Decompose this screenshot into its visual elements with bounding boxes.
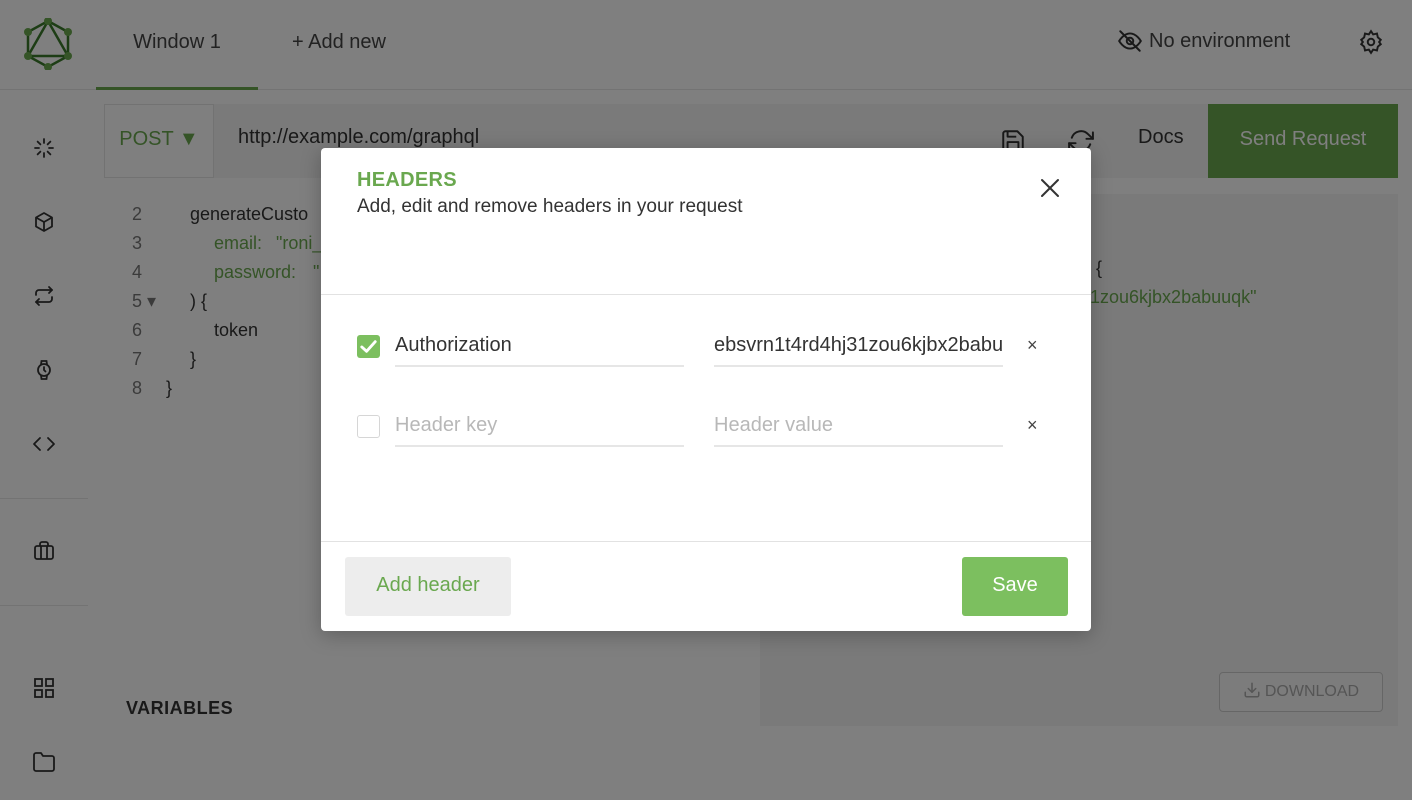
header-row: × bbox=[321, 325, 1091, 369]
remove-header-button[interactable]: × bbox=[1027, 415, 1038, 436]
add-header-button[interactable]: Add header bbox=[345, 557, 511, 616]
headers-dialog: HEADERS Add, edit and remove headers in … bbox=[321, 148, 1091, 631]
header-enabled-checkbox[interactable] bbox=[357, 335, 380, 358]
window-edge bbox=[1412, 0, 1422, 800]
save-button[interactable]: Save bbox=[962, 557, 1068, 616]
close-icon[interactable] bbox=[1038, 176, 1062, 200]
header-key-input[interactable] bbox=[395, 325, 684, 367]
dialog-title: HEADERS bbox=[357, 169, 457, 191]
dialog-divider bbox=[321, 294, 1091, 295]
header-enabled-checkbox[interactable] bbox=[357, 415, 380, 438]
header-value-input[interactable] bbox=[714, 405, 1003, 447]
header-value-input[interactable] bbox=[714, 325, 1003, 367]
check-icon bbox=[360, 340, 377, 353]
dialog-divider bbox=[321, 541, 1091, 542]
remove-header-button[interactable]: × bbox=[1027, 335, 1038, 356]
dialog-subtitle: Add, edit and remove headers in your req… bbox=[357, 196, 743, 217]
header-key-input[interactable] bbox=[395, 405, 684, 447]
header-row: × bbox=[321, 405, 1091, 449]
